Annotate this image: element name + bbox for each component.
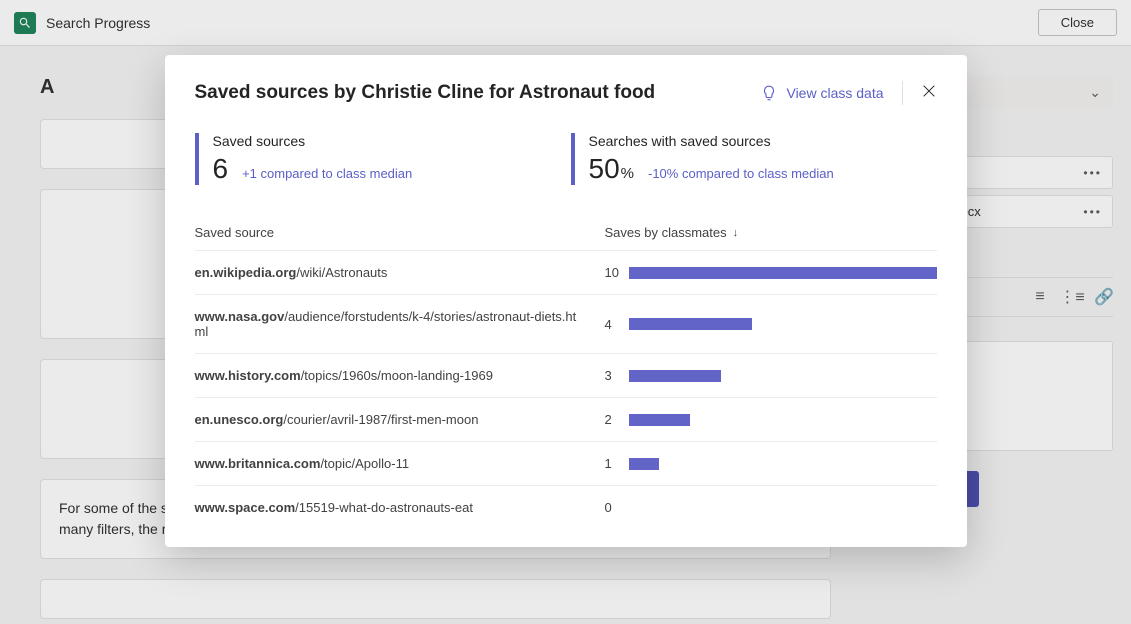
source-count: 10 <box>605 265 629 280</box>
source-bar-track <box>629 414 937 426</box>
lightbulb-icon <box>760 84 778 102</box>
view-class-data-link[interactable]: View class data <box>760 84 883 102</box>
source-row: en.wikipedia.org/wiki/Astronauts10 <box>195 250 937 294</box>
source-row: en.unesco.org/courier/avril-1987/first-m… <box>195 397 937 441</box>
th-saves-label: Saves by classmates <box>605 225 727 240</box>
stat-compare: +1 compared to class median <box>242 166 412 181</box>
source-bar-track <box>629 370 937 382</box>
source-bar-track <box>629 458 937 470</box>
source-bar <box>629 414 691 426</box>
searches-stat: Searches with saved sources 50% -10% com… <box>571 133 937 185</box>
source-url[interactable]: www.britannica.com/topic/Apollo-11 <box>195 456 605 471</box>
source-bar <box>629 267 937 279</box>
th-source: Saved source <box>195 225 605 240</box>
source-count: 2 <box>605 412 629 427</box>
source-row: www.britannica.com/topic/Apollo-111 <box>195 441 937 485</box>
source-bar-track <box>629 502 937 514</box>
modal-header: Saved sources by Christie Cline for Astr… <box>195 81 937 105</box>
close-icon <box>921 83 937 99</box>
source-bar <box>629 370 721 382</box>
stat-value: 6 <box>213 153 229 185</box>
view-link-text: View class data <box>786 85 883 101</box>
modal-overlay: Saved sources by Christie Cline for Astr… <box>0 0 1131 624</box>
stat-value: 50% <box>589 153 635 185</box>
sources-table-header: Saved source Saves by classmates ↓ <box>195 215 937 250</box>
sources-table-body: en.wikipedia.org/wiki/Astronauts10www.na… <box>195 250 937 529</box>
sort-down-icon: ↓ <box>733 227 739 239</box>
saved-sources-stat: Saved sources 6 +1 compared to class med… <box>195 133 561 185</box>
saved-sources-modal: Saved sources by Christie Cline for Astr… <box>165 55 967 547</box>
modal-title: Saved sources by Christie Cline for Astr… <box>195 82 656 104</box>
source-count: 0 <box>605 500 629 515</box>
source-count: 4 <box>605 317 629 332</box>
divider <box>902 81 903 105</box>
source-url[interactable]: www.history.com/topics/1960s/moon-landin… <box>195 368 605 383</box>
source-row: www.nasa.gov/audience/forstudents/k-4/st… <box>195 294 937 353</box>
source-count: 3 <box>605 368 629 383</box>
source-bar <box>629 318 752 330</box>
stat-label: Searches with saved sources <box>589 133 937 149</box>
source-bar-track <box>629 267 937 279</box>
source-url[interactable]: www.space.com/15519-what-do-astronauts-e… <box>195 500 605 515</box>
stat-compare: -10% compared to class median <box>648 166 834 181</box>
source-url[interactable]: www.nasa.gov/audience/forstudents/k-4/st… <box>195 309 605 339</box>
source-row: www.history.com/topics/1960s/moon-landin… <box>195 353 937 397</box>
close-modal-button[interactable] <box>921 83 937 104</box>
stats-row: Saved sources 6 +1 compared to class med… <box>195 133 937 185</box>
source-url[interactable]: en.unesco.org/courier/avril-1987/first-m… <box>195 412 605 427</box>
source-row: www.space.com/15519-what-do-astronauts-e… <box>195 485 937 529</box>
source-bar <box>629 458 660 470</box>
source-count: 1 <box>605 456 629 471</box>
th-saves[interactable]: Saves by classmates ↓ <box>605 225 739 240</box>
stat-label: Saved sources <box>213 133 561 149</box>
source-bar-track <box>629 318 937 330</box>
source-url[interactable]: en.wikipedia.org/wiki/Astronauts <box>195 265 605 280</box>
